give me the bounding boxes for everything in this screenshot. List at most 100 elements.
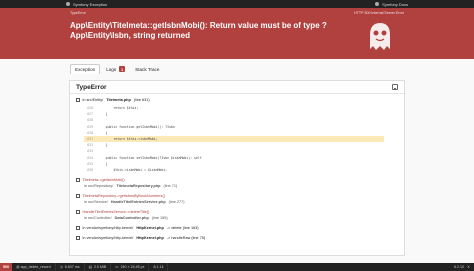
frame-line: -> handleRaw (line 75) [166, 236, 206, 241]
line-number: 628 [87, 118, 93, 123]
book-icon [375, 2, 380, 6]
panel-title: TypeError [76, 83, 107, 91]
frame-path: in src/Repository/ [84, 184, 114, 189]
memory-item[interactable]: ▤ 2.0 MiB [85, 263, 112, 271]
symfony-version[interactable]: 6.2.10 [454, 265, 464, 269]
code-text: public function getIsbnMobi(): ?Isbn [98, 124, 175, 129]
tab-logs-label: Logs [106, 66, 117, 72]
tab-bar: Exception Logs 1 Stack Trace [0, 62, 474, 74]
exception-panel: TypeError in src/Entity/Titelmeta.php (l… [69, 80, 405, 256]
code-text: public function setIsbnMobi(?Isbn $isbnM… [98, 155, 202, 160]
frame-path: in src/Controller/ [84, 216, 112, 221]
line-number: 634 [87, 155, 93, 160]
code-text: return $this->isbnMobi; [98, 137, 158, 142]
stack-trace: in src/Entity/Titelmeta.php (line 631) 6… [70, 94, 404, 244]
frame-file: HandleTitelEntriesService.php [110, 200, 166, 205]
viewport-item[interactable]: ▭ 240 × 24.45 px [111, 263, 150, 271]
line-number: 632 [87, 143, 93, 148]
brand: Symfony Exception [66, 2, 107, 7]
exception-header: TypeError HTTP 500 Internal Server Error… [0, 8, 474, 59]
brand-label: Symfony Exception [73, 1, 108, 7]
collapse-icon[interactable] [392, 84, 398, 90]
http-status: HTTP 500 Internal Server Error [354, 11, 404, 15]
frame-file: HttpKernel.php [136, 236, 164, 241]
route-label: @ app_delete_record [16, 265, 51, 269]
viewport-value: 240 × 24.45 px [120, 265, 145, 269]
symfony-logo-icon [66, 2, 70, 6]
line-number: 627 [87, 112, 93, 117]
expand-icon[interactable] [76, 98, 80, 102]
debug-toolbar: 500 @ app_delete_record ◷ 6,837 ms ▤ 2.0 M… [0, 263, 474, 271]
code-text: return $this; [98, 106, 139, 111]
logs-count-badge: 1 [119, 66, 126, 72]
php-value: 8.1.14 [153, 265, 164, 269]
top-bar: Symfony Exception Symfony Docs [0, 0, 474, 8]
trace-frame[interactable]: HandleTitelEntriesService->deleteTitle()… [76, 209, 398, 221]
frame-file: Titelmeta.php [106, 98, 131, 102]
memory-icon: ▤ [88, 265, 92, 269]
line-number: 626 [87, 106, 93, 111]
docs-label: Symfony Docs [382, 1, 408, 7]
expand-icon[interactable] [76, 194, 80, 198]
code-line: 636 $this->isbnMobi = $isbnMobi; [84, 167, 384, 173]
frame-file: DataController.php [114, 216, 149, 221]
php-item[interactable]: 8.1.14 [149, 263, 169, 271]
code-text: } [98, 143, 108, 148]
trace-frames: Titelmeta->getIsbnMobi() in src/Repositor… [76, 177, 398, 241]
frame-function: Titelmeta->getIsbnMobi() [82, 178, 125, 183]
line-number: 633 [87, 149, 93, 154]
error-class: TypeError [70, 11, 86, 15]
tab-stack-trace[interactable]: Stack Trace [131, 64, 163, 74]
frame-line: (line 631) [133, 98, 150, 102]
tab-exception-label: Exception [75, 67, 96, 72]
frame-location-row: in src/Service/HandleTitelEntriesService… [76, 199, 398, 205]
trace-frame[interactable]: in src/Entity/Titelmeta.php (line 631) [76, 97, 398, 103]
frame-path: in vendor/symfony/http-kernel/ [82, 236, 134, 241]
code-text: { [98, 161, 108, 166]
frame-function: TitelmetaRepository->getIsbnsByBookNumbe… [82, 194, 165, 199]
code-text: { [98, 130, 108, 135]
frame-location-row: in vendor/symfony/http-kernel/HttpKernel… [76, 225, 398, 231]
frame-location-row: in src/Controller/DataController.php (lin… [76, 215, 398, 221]
line-number: 636 [87, 167, 93, 172]
viewport-icon: ▭ [115, 265, 119, 269]
frame-path: in src/Service/ [84, 200, 108, 205]
line-number: 631 [87, 137, 93, 142]
frame-line: -> delete (line 163) [166, 226, 199, 231]
code-text: $this->isbnMobi = $isbnMobi; [98, 167, 168, 172]
frame-line: (line 155) [151, 216, 168, 221]
trace-frame[interactable]: in vendor/symfony/http-kernel/HttpKernel… [76, 235, 398, 241]
trace-frame[interactable]: TitelmetaRepository->getIsbnsByBookNumbe… [76, 193, 398, 205]
frame-file: TitelmetaRepository.php [116, 184, 161, 189]
code-text: } [98, 112, 108, 117]
ghost-icon [370, 23, 390, 50]
tab-exception[interactable]: Exception [70, 64, 101, 74]
line-number: 630 [87, 130, 93, 135]
frame-location-row: in src/Repository/TitelmetaRepository.ph… [76, 183, 398, 189]
expand-icon[interactable] [76, 236, 80, 240]
docs-link[interactable]: Symfony Docs [375, 2, 408, 7]
frame-function: HandleTitelEntriesService->deleteTitle() [82, 210, 150, 215]
frame-path: in vendor/symfony/http-kernel/ [82, 226, 134, 231]
exception-message: App\Entity\Titelmeta::getIsbnMobi(): Ret… [70, 21, 327, 40]
route-item[interactable]: @ app_delete_record [12, 263, 56, 271]
expand-icon[interactable] [76, 226, 80, 230]
close-icon[interactable]: ✕ [467, 265, 470, 269]
tab-stack-trace-label: Stack Trace [135, 66, 160, 72]
line-number: 629 [87, 124, 93, 129]
frame-location-row: in vendor/symfony/http-kernel/HttpKernel… [76, 235, 398, 241]
code-excerpt: 626 return $this; 627 } 628 629 public func… [84, 105, 384, 173]
status-code-badge[interactable]: 500 [0, 263, 12, 271]
panel-header[interactable]: TypeError [70, 81, 404, 94]
frame-line: (line 277) [168, 200, 185, 205]
frame-path: in src/Entity/ [82, 98, 104, 102]
expand-icon[interactable] [76, 210, 80, 214]
trace-frame[interactable]: Titelmeta->getIsbnMobi() in src/Repositor… [76, 177, 398, 189]
tab-logs[interactable]: Logs 1 [102, 64, 129, 74]
time-value: 6,837 ms [64, 265, 80, 269]
trace-frame[interactable]: in vendor/symfony/http-kernel/HttpKernel… [76, 225, 398, 231]
frame-line: (line 71) [163, 184, 178, 189]
memory-value: 2.0 MiB [93, 265, 107, 269]
time-item[interactable]: ◷ 6,837 ms [56, 263, 85, 271]
expand-icon[interactable] [76, 178, 80, 182]
